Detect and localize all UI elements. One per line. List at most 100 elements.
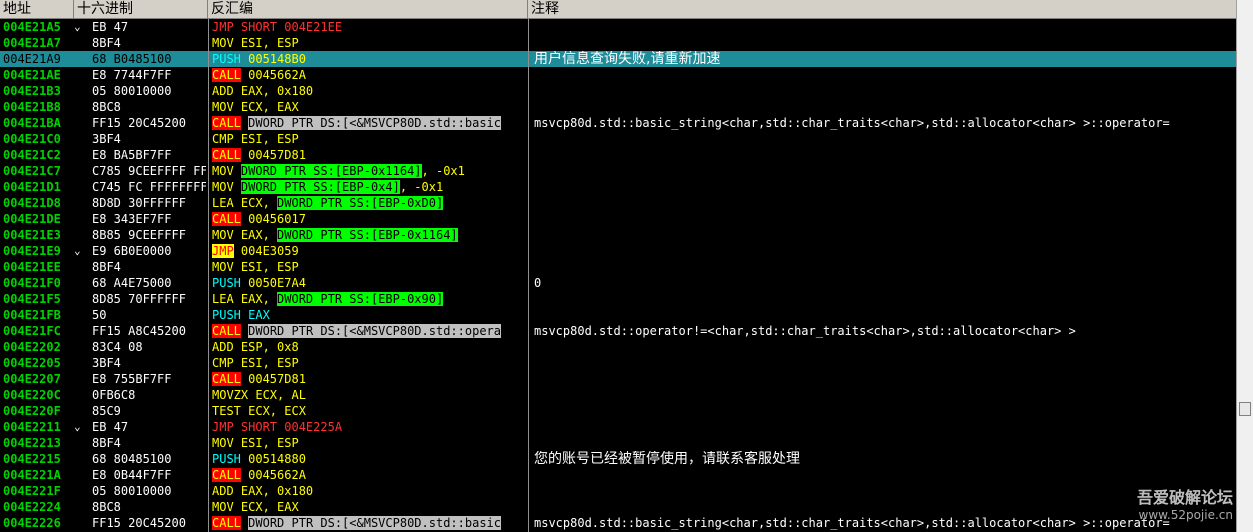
header-disassembly[interactable]: 反汇编: [208, 0, 528, 19]
row-comment: [534, 371, 1236, 387]
disassembly-row[interactable]: 004E2213 8BF4 MOV ESI, ESP: [0, 435, 1236, 451]
disassembly-row[interactable]: 004E21B3 05 80010000 ADD EAX, 0x180: [0, 83, 1236, 99]
row-address: 004E2224: [3, 500, 61, 514]
row-hex: 8BF4: [92, 436, 121, 450]
disassembly-row[interactable]: 004E21A7 8BF4 MOV ESI, ESP: [0, 35, 1236, 51]
jump-arrow-icon: [74, 35, 86, 51]
row-comment: [534, 131, 1236, 147]
disassembly-row[interactable]: 004E221A E8 0B44F7FF CALL 0045662A: [0, 467, 1236, 483]
instruction-token: , -0x1: [399, 180, 444, 194]
row-disassembly: MOV DWORD PTR SS:[EBP-0x4], -0x1: [212, 179, 526, 195]
row-disassembly: JMP 004E3059: [212, 243, 526, 259]
disassembly-row[interactable]: 004E21A5 ⌄ EB 47 JMP SHORT 004E21EE: [0, 19, 1236, 35]
row-address: 004E21BA: [3, 116, 61, 130]
disassembly-row[interactable]: 004E2207 E8 755BF7FF CALL 00457D81: [0, 371, 1236, 387]
row-hex: 85C9: [92, 404, 121, 418]
disassembly-row[interactable]: 004E21F5 8D85 70FFFFFF LEA EAX, DWORD PTR …: [0, 291, 1236, 307]
row-hex: E8 343EF7FF: [92, 212, 172, 226]
row-disassembly: CALL 00457D81: [212, 147, 526, 163]
disassembly-row[interactable]: 004E21C2 E8 BA5BF7FF CALL 00457D81: [0, 147, 1236, 163]
disassembly-row[interactable]: 004E21C0 3BF4 CMP ESI, ESP: [0, 131, 1236, 147]
disassembly-row[interactable]: 004E2205 3BF4 CMP ESI, ESP: [0, 355, 1236, 371]
disassembly-row[interactable]: 004E21A9 68 B0485100 PUSH 005148B0 用户信息查询失败…: [0, 51, 1236, 67]
disassembly-row[interactable]: 004E21E3 8B85 9CEEFFFF MOV EAX, DWORD PTR …: [0, 227, 1236, 243]
row-hex: E9 6B0E0000: [92, 244, 172, 258]
header-address[interactable]: 地址: [0, 0, 74, 19]
row-hex: 05 80010000: [92, 84, 172, 98]
header-hex[interactable]: 十六进制: [74, 0, 208, 19]
jump-arrow-icon: [74, 195, 86, 211]
disassembly-row[interactable]: 004E2215 68 80485100 PUSH 00514880 您的账号已经被暂…: [0, 451, 1236, 467]
jump-arrow-icon: [74, 275, 86, 291]
instruction-token: CALL: [212, 116, 241, 130]
scrollbar-thumb[interactable]: [1239, 402, 1251, 416]
disassembly-row[interactable]: 004E21D1 C745 FC FFFFFFFF MOV DWORD PTR SS…: [0, 179, 1236, 195]
row-disassembly: CALL 0045662A: [212, 467, 526, 483]
disassembly-row[interactable]: 004E2226 FF15 20C45200 CALL DWORD PTR DS:[…: [0, 515, 1236, 531]
row-comment: 用户信息查询失败,请重新加速: [534, 51, 721, 67]
instruction-token: 00457D81: [240, 372, 306, 386]
instruction-token: ADD EAX, 0x180: [212, 84, 314, 98]
disassembly-row[interactable]: 004E21AE E8 7744F7FF CALL 0045662A: [0, 67, 1236, 83]
row-address: 004E221F: [3, 484, 61, 498]
row-address: 004E2226: [3, 516, 61, 530]
disassembly-row[interactable]: 004E21DE E8 343EF7FF CALL 00456017: [0, 211, 1236, 227]
header-comment[interactable]: 注释: [528, 0, 1236, 19]
disassembly-row[interactable]: 004E2224 8BC8 MOV ECX, EAX: [0, 499, 1236, 515]
row-hex: 3BF4: [92, 132, 121, 146]
instruction-token: LEA EAX,: [212, 292, 278, 306]
row-hex: 8D85 70FFFFFF: [92, 292, 186, 306]
row-comment: [534, 19, 1236, 35]
instruction-token: MOV ECX, EAX: [212, 500, 299, 514]
disassembly-row[interactable]: 004E21D8 8D8D 30FFFFFF LEA ECX, DWORD PTR …: [0, 195, 1236, 211]
row-hex: C785 9CEEFFFF FFFFFFFF: [92, 164, 206, 178]
row-hex: 68 A4E75000: [92, 276, 172, 290]
row-disassembly: CALL 00456017: [212, 211, 526, 227]
instruction-token: 005148B0: [240, 52, 306, 66]
row-disassembly: MOV ESI, ESP: [212, 435, 526, 451]
row-address: 004E21A7: [3, 36, 61, 50]
instruction-token: CALL: [212, 516, 241, 530]
jump-arrow-icon: [74, 51, 86, 67]
disassembly-row[interactable]: 004E221F 05 80010000 ADD EAX, 0x180: [0, 483, 1236, 499]
row-comment: [534, 307, 1236, 323]
instruction-token: CALL: [212, 148, 241, 162]
disassembly-row[interactable]: 004E220F 85C9 TEST ECX, ECX: [0, 403, 1236, 419]
row-address: 004E21E9: [3, 244, 61, 258]
jump-arrow-icon: [74, 99, 86, 115]
disassembly-row[interactable]: 004E2202 83C4 08 ADD ESP, 0x8: [0, 339, 1236, 355]
instruction-token: DWORD PTR SS:[EBP-0x4]: [240, 180, 400, 194]
column-divider: [208, 19, 209, 532]
row-hex: E8 7744F7FF: [92, 68, 172, 82]
vertical-scrollbar[interactable]: [1236, 0, 1253, 532]
row-hex: C745 FC FFFFFFFF: [92, 180, 206, 194]
disassembly-row[interactable]: 004E21FB 50 PUSH EAX: [0, 307, 1236, 323]
instruction-token: CALL: [212, 372, 241, 386]
disassembly-row[interactable]: 004E2211 ⌄ EB 47 JMP SHORT 004E225A: [0, 419, 1236, 435]
disassembly-row[interactable]: 004E21F0 68 A4E75000 PUSH 0050E7A4 0: [0, 275, 1236, 291]
row-address: 004E21C2: [3, 148, 61, 162]
instruction-token: DWORD PTR SS:[EBP-0x1164]: [277, 228, 458, 242]
jump-arrow-icon: [74, 147, 86, 163]
row-address: 004E21B3: [3, 84, 61, 98]
column-header: 地址 十六进制 反汇编 注释: [0, 0, 1236, 19]
disassembly-row[interactable]: 004E220C 0FB6C8 MOVZX ECX, AL: [0, 387, 1236, 403]
row-hex: FF15 20C45200: [92, 116, 186, 130]
row-address: 004E21B8: [3, 100, 61, 114]
jump-arrow-icon: [74, 259, 86, 275]
instruction-token: CALL: [212, 468, 241, 482]
row-disassembly: PUSH 0050E7A4: [212, 275, 526, 291]
disassembly-row[interactable]: 004E21C7 C785 9CEEFFFF FFFFFFFF MOV DWORD …: [0, 163, 1236, 179]
disassembly-row[interactable]: 004E21E9 ⌄ E9 6B0E0000 JMP 004E3059: [0, 243, 1236, 259]
instruction-token: DWORD PTR SS:[EBP-0x1164]: [240, 164, 422, 178]
instruction-token: MOV ESI, ESP: [212, 260, 299, 274]
instruction-token: MOVZX ECX, AL: [212, 388, 306, 402]
disassembly-listing[interactable]: 004E21A5 ⌄ EB 47 JMP SHORT 004E21EE 004E21A7…: [0, 19, 1236, 532]
disassembly-row[interactable]: 004E21EE 8BF4 MOV ESI, ESP: [0, 259, 1236, 275]
disassembly-row[interactable]: 004E21BA FF15 20C45200 CALL DWORD PTR DS:[…: [0, 115, 1236, 131]
disassembly-row[interactable]: 004E21FC FF15 A8C45200 CALL DWORD PTR DS:[…: [0, 323, 1236, 339]
jump-arrow-icon: [74, 163, 86, 179]
disassembly-row[interactable]: 004E21B8 8BC8 MOV ECX, EAX: [0, 99, 1236, 115]
row-disassembly: ADD ESP, 0x8: [212, 339, 526, 355]
instruction-token: MOV: [212, 164, 241, 178]
